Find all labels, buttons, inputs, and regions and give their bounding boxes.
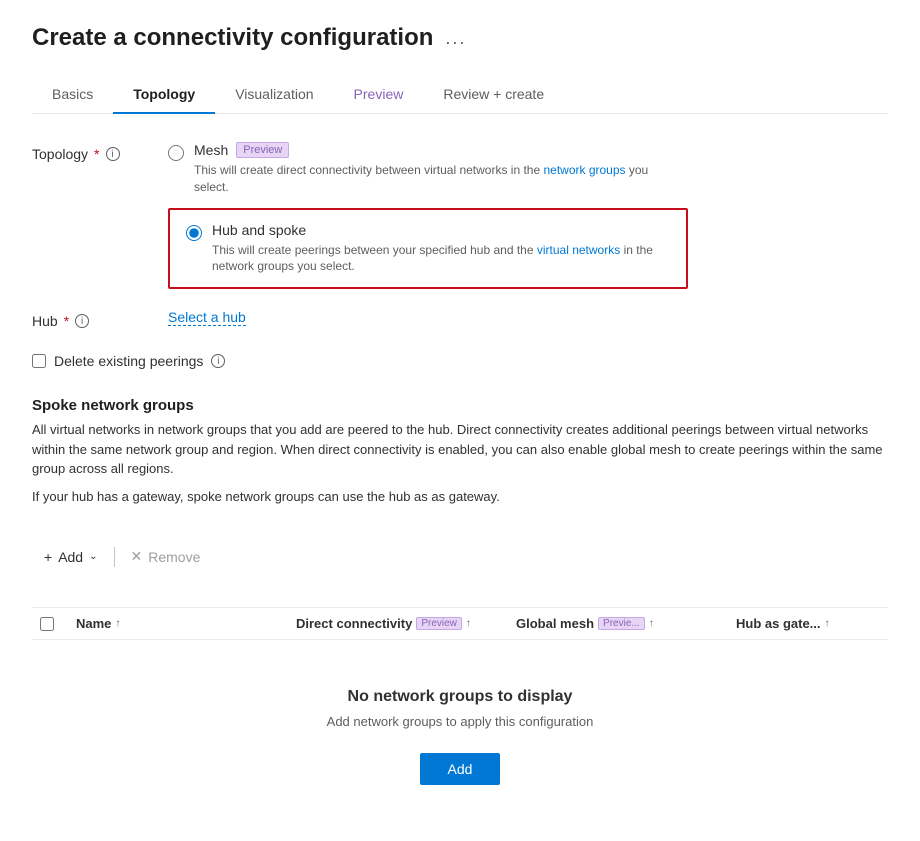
th-global-mesh[interactable]: Global mesh Previe... ↑	[508, 616, 728, 631]
mesh-label: Mesh	[194, 142, 228, 158]
th-hg-label: Hub as gate...	[736, 616, 821, 631]
add-label: Add	[58, 549, 83, 565]
spoke-section-desc1: All virtual networks in network groups t…	[32, 420, 888, 479]
page-header: Create a connectivity configuration ...	[32, 24, 888, 52]
delete-peerings-label: Delete existing peerings	[54, 353, 203, 369]
add-button[interactable]: + Add ⌄	[32, 543, 110, 571]
topology-hub-spoke-option: Hub and spoke This will create peerings …	[186, 222, 670, 276]
empty-state-desc: Add network groups to apply this configu…	[327, 714, 594, 729]
mesh-preview-badge: Preview	[236, 142, 289, 158]
delete-peerings-checkbox[interactable]	[32, 354, 46, 368]
topology-label: Topology	[32, 146, 88, 162]
tab-visualization[interactable]: Visualization	[215, 76, 333, 114]
select-all-checkbox[interactable]	[40, 617, 54, 631]
empty-state-title: No network groups to display	[348, 688, 573, 706]
table-header-row: Name ↑ Direct connectivity Preview ↑ Glo…	[32, 608, 888, 640]
main-content: Topology * i Mesh Preview This will crea…	[32, 142, 888, 817]
mesh-title: Mesh Preview	[194, 142, 674, 158]
th-gm-sort-icon[interactable]: ↑	[649, 618, 654, 629]
hub-label: Hub	[32, 313, 58, 329]
required-indicator: *	[94, 146, 99, 162]
tab-topology[interactable]: Topology	[113, 76, 215, 114]
mesh-description: This will create direct connectivity bet…	[194, 162, 674, 196]
th-name-label: Name	[76, 616, 111, 631]
th-gm-preview-badge: Previe...	[598, 617, 645, 630]
th-gm-label: Global mesh	[516, 616, 594, 631]
toolbar-separator	[114, 547, 115, 567]
hub-spoke-description: This will create peerings between your s…	[212, 242, 670, 276]
topology-hub-spoke-radio[interactable]	[186, 225, 202, 241]
tabs-nav: Basics Topology Visualization Preview Re…	[32, 76, 888, 114]
tab-review-create[interactable]: Review + create	[423, 76, 564, 114]
spoke-section: Spoke network groups All virtual network…	[32, 389, 888, 514]
empty-state-add-button[interactable]: Add	[420, 753, 501, 785]
th-dc-sort-icon[interactable]: ↑	[466, 618, 471, 629]
page-title: Create a connectivity configuration	[32, 24, 433, 52]
hub-required-indicator: *	[64, 313, 69, 329]
hub-row: Hub * i Select a hub	[32, 309, 888, 329]
topology-mesh-option: Mesh Preview This will create direct con…	[168, 142, 888, 196]
spoke-section-title: Spoke network groups	[32, 397, 888, 414]
hub-spoke-label: Hub and spoke	[212, 222, 306, 238]
topology-row: Topology * i Mesh Preview This will crea…	[32, 142, 888, 289]
spoke-section-desc2: If your hub has a gateway, spoke network…	[32, 487, 888, 507]
add-chevron-icon: ⌄	[89, 551, 97, 562]
topology-mesh-radio[interactable]	[168, 145, 184, 161]
th-name[interactable]: Name ↑	[68, 616, 288, 631]
topology-label-group: Topology * i	[32, 142, 152, 162]
select-hub-link[interactable]: Select a hub	[168, 309, 246, 326]
tab-basics[interactable]: Basics	[32, 76, 113, 114]
hub-label-group: Hub * i	[32, 309, 152, 329]
delete-peerings-row: Delete existing peerings i	[32, 353, 888, 369]
empty-state: No network groups to display Add network…	[32, 640, 888, 817]
hub-spoke-title: Hub and spoke	[212, 222, 670, 238]
remove-x-icon: ✕	[131, 548, 143, 565]
network-groups-table: Name ↑ Direct connectivity Preview ↑ Glo…	[32, 607, 888, 817]
th-hub-as-gateway[interactable]: Hub as gate... ↑	[728, 616, 888, 631]
tab-preview[interactable]: Preview	[334, 76, 424, 114]
table-toolbar: + Add ⌄ ✕ Remove	[32, 542, 888, 571]
th-name-sort-icon[interactable]: ↑	[115, 618, 120, 629]
mesh-content: Mesh Preview This will create direct con…	[194, 142, 674, 196]
th-dc-label: Direct connectivity	[296, 616, 412, 631]
add-icon: +	[44, 549, 52, 565]
delete-peerings-info-icon[interactable]: i	[211, 354, 225, 368]
th-hg-sort-icon[interactable]: ↑	[825, 618, 830, 629]
remove-button[interactable]: ✕ Remove	[119, 542, 213, 571]
th-direct-connectivity[interactable]: Direct connectivity Preview ↑	[288, 616, 508, 631]
remove-label: Remove	[148, 549, 200, 565]
th-checkbox	[32, 616, 68, 631]
more-options-icon[interactable]: ...	[445, 28, 466, 49]
topology-hub-spoke-box: Hub and spoke This will create peerings …	[168, 208, 688, 290]
th-dc-preview-badge: Preview	[416, 617, 462, 630]
hub-spoke-content: Hub and spoke This will create peerings …	[212, 222, 670, 276]
topology-options: Mesh Preview This will create direct con…	[168, 142, 888, 289]
hub-info-icon[interactable]: i	[75, 314, 89, 328]
topology-info-icon[interactable]: i	[106, 147, 120, 161]
